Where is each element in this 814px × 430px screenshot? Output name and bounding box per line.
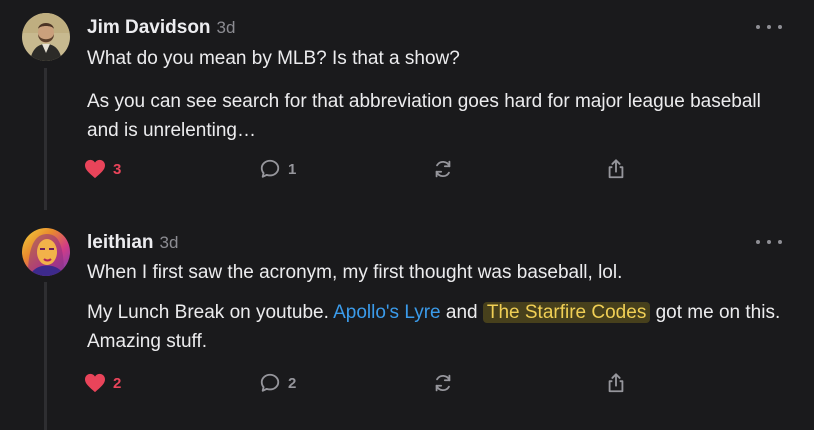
reply-button[interactable]: 2: [259, 371, 296, 395]
post-time: 3d: [159, 233, 179, 252]
link-apollos-lyre[interactable]: Apollo's Lyre: [333, 302, 440, 323]
link-starfire-codes[interactable]: The Starfire Codes: [482, 302, 651, 323]
author-name[interactable]: leithian 3d: [87, 232, 178, 254]
post-text-segment: My Lunch Break on youtube.: [87, 302, 334, 323]
avatar[interactable]: [22, 228, 70, 276]
heart-icon: [85, 373, 105, 393]
post-text-segment: and: [440, 302, 483, 323]
like-count: 2: [113, 374, 122, 392]
share-button[interactable]: [605, 371, 627, 395]
repost-button[interactable]: [432, 371, 454, 395]
post-text: When I first saw the acronym, my first t…: [87, 262, 623, 283]
speech-bubble-icon: [260, 373, 280, 392]
post-actions: 2 2: [84, 371, 644, 395]
repost-icon: [435, 374, 451, 392]
more-dots-icon[interactable]: [756, 235, 782, 249]
reply-count: 2: [288, 374, 297, 392]
post-leithian: leithian 3d When I first saw the acronym,…: [0, 0, 814, 430]
share-icon: [608, 373, 624, 393]
post-text-rich: My Lunch Break on youtube. Apollo's Lyre…: [87, 298, 787, 356]
like-button[interactable]: 2: [84, 371, 121, 395]
